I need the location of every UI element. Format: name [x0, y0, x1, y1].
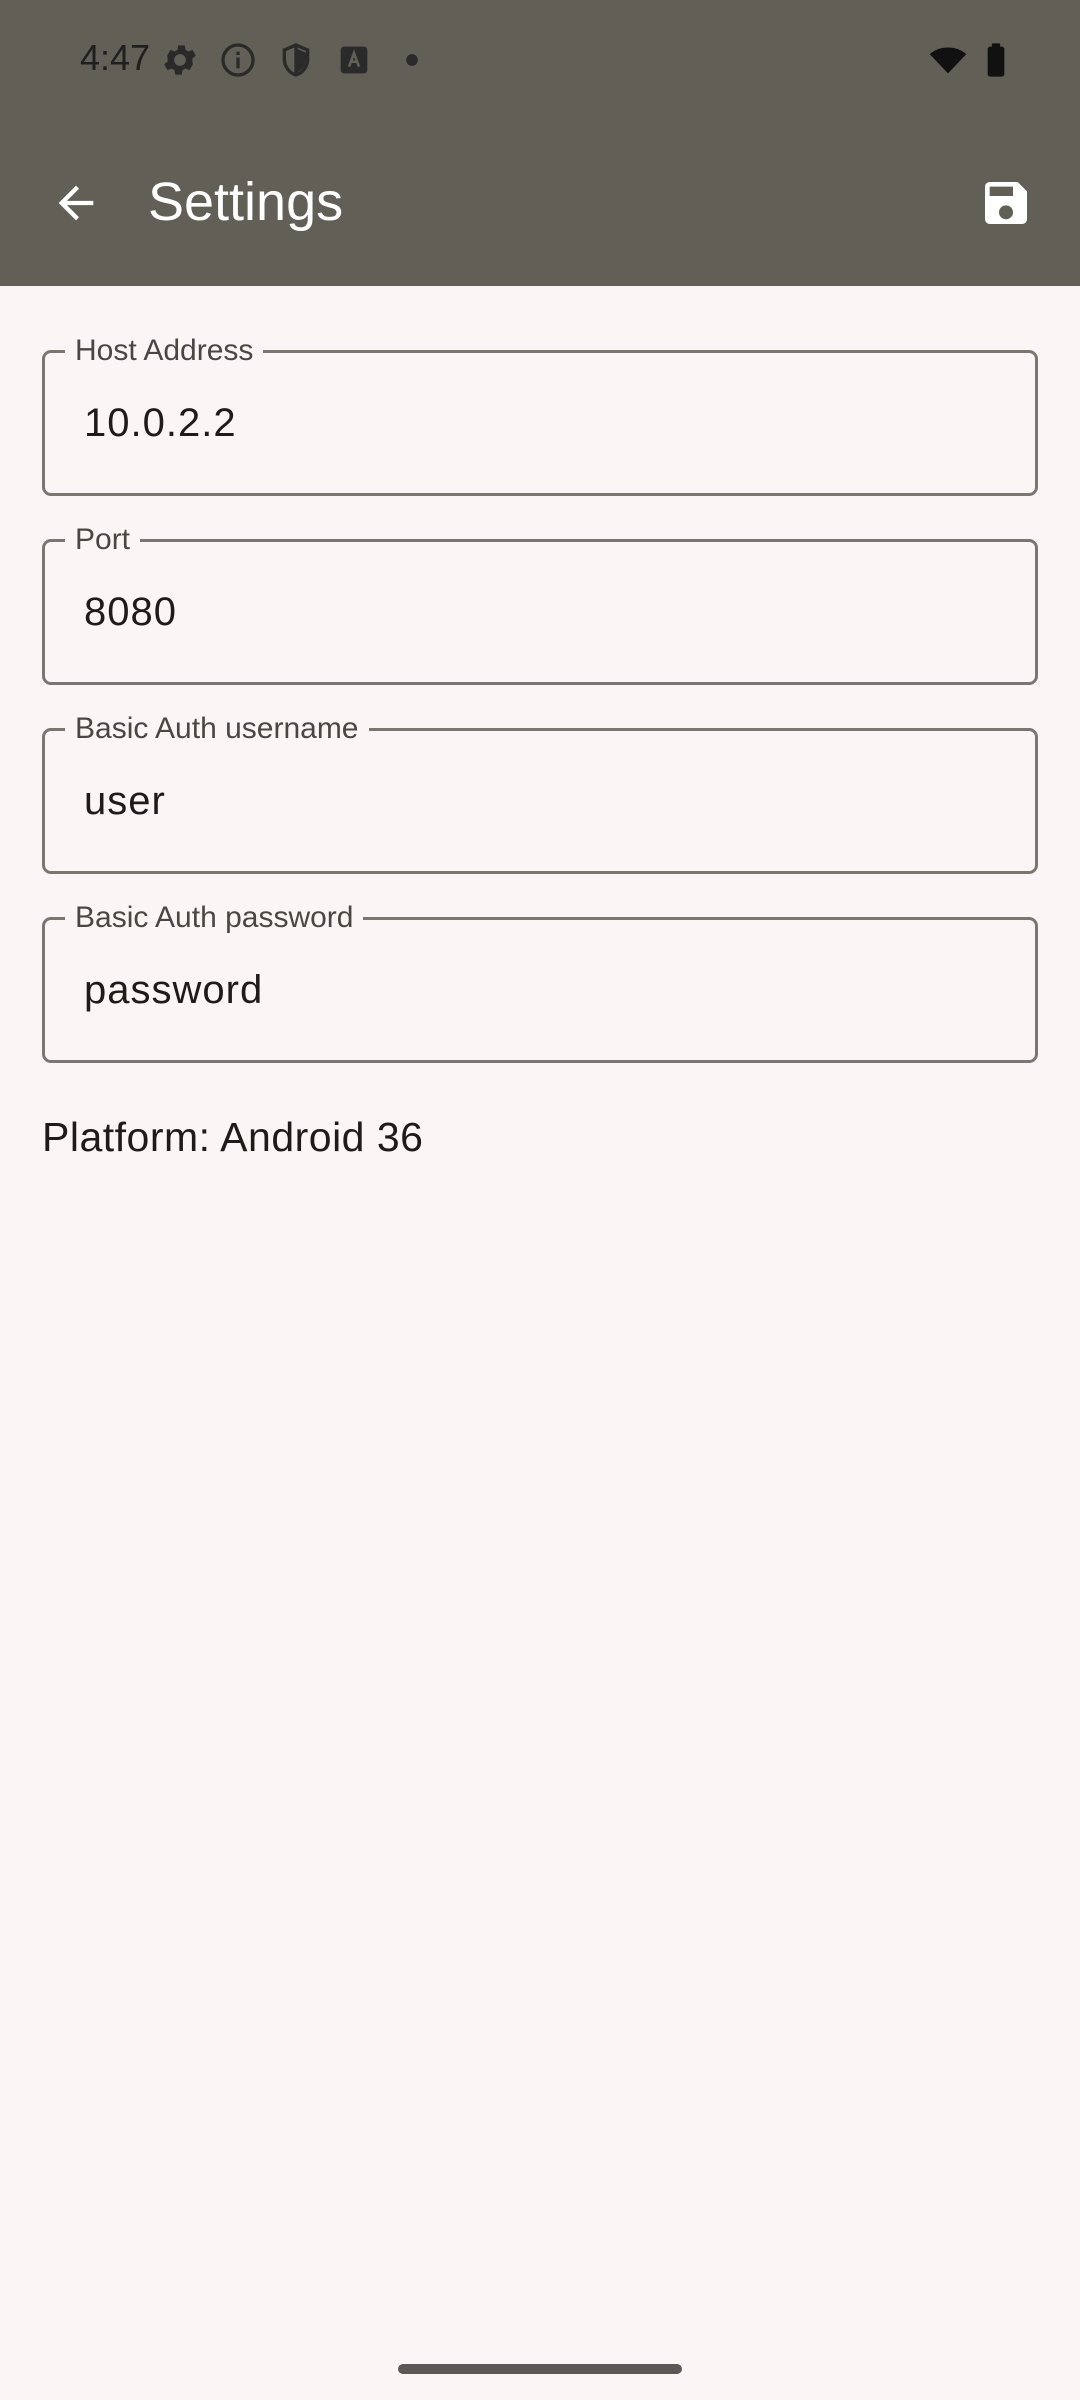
- dot-icon: [392, 40, 432, 80]
- save-icon: [978, 175, 1034, 231]
- status-time: 4:47: [80, 37, 151, 78]
- username-value[interactable]: user: [84, 777, 166, 825]
- platform-info-text: Platform: Android 36: [42, 1114, 424, 1160]
- port-field[interactable]: Port 8080: [42, 522, 1038, 685]
- status-bar: 4:47: [0, 0, 1080, 120]
- arrow-back-icon: [50, 177, 102, 229]
- wifi-icon: [928, 40, 968, 80]
- host-address-field[interactable]: Host Address 10.0.2.2: [42, 333, 1038, 496]
- port-label: Port: [65, 522, 141, 558]
- save-button[interactable]: [966, 163, 1046, 243]
- battery-icon: [976, 40, 1016, 80]
- app-bar: Settings: [0, 120, 1080, 286]
- back-button[interactable]: [36, 163, 116, 243]
- host-address-label: Host Address: [65, 333, 264, 369]
- password-field[interactable]: Basic Auth password password: [42, 900, 1038, 1063]
- home-indicator[interactable]: [398, 2364, 682, 2374]
- username-label: Basic Auth username: [65, 711, 369, 747]
- text-a-icon: [334, 40, 374, 80]
- gear-icon: [160, 40, 200, 80]
- top-app-bar-background: 4:47 Settings: [0, 0, 1080, 286]
- username-field[interactable]: Basic Auth username user: [42, 711, 1038, 874]
- shield-icon: [276, 40, 316, 80]
- port-value[interactable]: 8080: [84, 588, 177, 636]
- host-address-value[interactable]: 10.0.2.2: [84, 399, 237, 447]
- password-value[interactable]: password: [84, 966, 263, 1014]
- password-label: Basic Auth password: [65, 900, 364, 936]
- info-icon: [218, 40, 258, 80]
- page-title: Settings: [148, 172, 344, 232]
